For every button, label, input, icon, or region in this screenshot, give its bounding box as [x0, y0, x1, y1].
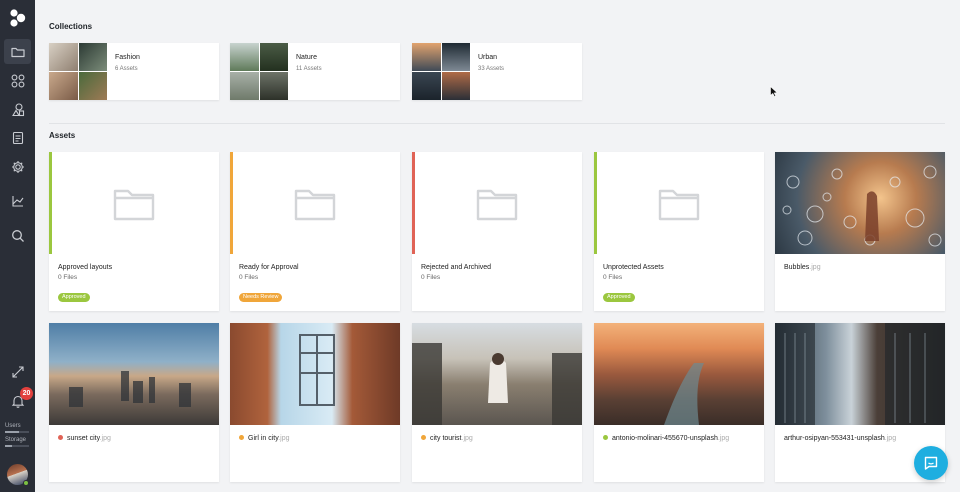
file-extension: .jpg: [461, 435, 473, 442]
folder-file-count: 0 Files: [421, 274, 441, 281]
file-name-text: arthur-osipyan-553431-unsplash: [784, 435, 885, 442]
expand-icon: [11, 365, 24, 378]
folder-card[interactable]: Approved layouts 0 Files Approved: [49, 152, 219, 311]
status-dot: [421, 435, 426, 440]
sidebar-item-analytics[interactable]: [4, 188, 31, 213]
folder-icon: [10, 47, 25, 57]
file-card[interactable]: city tourist.jpg: [412, 323, 582, 482]
status-accent-bar: [49, 152, 52, 254]
status-dot: [58, 435, 63, 440]
asset-thumbnail: [775, 152, 945, 254]
users-label: Users: [5, 423, 21, 429]
collection-thumbnails: [412, 43, 470, 100]
assets-title: Assets: [49, 131, 76, 140]
shapes-icon: [11, 102, 24, 116]
file-name-text: antonio-molinari-455670-unsplash: [612, 435, 718, 442]
sidebar-item-assets[interactable]: [4, 97, 31, 122]
users-meter: Users: [5, 423, 29, 433]
status-accent-bar: [412, 152, 415, 254]
file-name: sunset city.jpg: [58, 435, 111, 442]
collection-name: Fashion: [115, 54, 140, 61]
avatar[interactable]: [7, 464, 29, 486]
notification-badge: 20: [20, 387, 33, 400]
collection-card-fashion[interactable]: Fashion 6 Assets: [49, 43, 219, 100]
file-extension: .jpg: [884, 435, 897, 442]
chat-launcher-button[interactable]: [914, 446, 948, 480]
file-extension: .jpg: [278, 435, 290, 442]
folder-card[interactable]: Ready for Approval 0 Files Needs Review: [230, 152, 400, 311]
sidebar-item-tasks[interactable]: [4, 125, 31, 150]
folder-name: Ready for Approval: [239, 264, 299, 271]
app-logo[interactable]: [9, 9, 27, 27]
collection-thumbnails: [230, 43, 288, 100]
asset-thumbnail: [412, 323, 582, 425]
sidebar-item-apps[interactable]: [4, 68, 31, 93]
status-badge: Approved: [603, 293, 635, 302]
folder-icon: [658, 189, 700, 221]
grid-icon: [11, 74, 24, 87]
folder-file-count: 0 Files: [239, 274, 259, 281]
storage-meter: Storage: [5, 437, 29, 447]
file-name-text: sunset city: [67, 435, 100, 442]
asset-thumbnail: [49, 323, 219, 425]
asset-thumbnail: [230, 323, 400, 425]
file-extension: .jpg: [99, 435, 111, 442]
folder-name: Rejected and Archived: [421, 264, 492, 271]
file-name: Girl in city.jpg: [239, 435, 290, 442]
file-card[interactable]: Bubbles.jpg: [775, 152, 945, 311]
file-name-text: city tourist: [430, 435, 462, 442]
collection-thumbnails: [49, 43, 107, 100]
status-accent-bar: [594, 152, 597, 254]
collection-count: 11 Assets: [296, 66, 322, 72]
collection-count: 6 Assets: [115, 66, 138, 72]
gear-icon: [11, 160, 24, 173]
asset-thumbnail: [775, 323, 945, 425]
folder-file-count: 0 Files: [603, 274, 623, 281]
collection-card-urban[interactable]: Urban 33 Assets: [412, 43, 582, 100]
collections-title: Collections: [49, 22, 93, 31]
collection-card-nature[interactable]: Nature 11 Assets: [230, 43, 400, 100]
sidebar-item-settings[interactable]: [4, 154, 31, 179]
collection-name: Nature: [296, 54, 318, 61]
mouse-cursor-icon: [770, 86, 778, 97]
file-card[interactable]: antonio-molinari-455670-unsplash.jpg: [594, 323, 764, 482]
folder-file-count: 0 Files: [58, 274, 78, 281]
file-name-text: Bubbles: [784, 264, 810, 271]
file-name: arthur-osipyan-553431-unsplash.jpg: [784, 435, 896, 442]
online-status-dot: [23, 480, 29, 486]
status-dot: [239, 435, 244, 440]
expand-button[interactable]: [4, 359, 31, 384]
folder-name: Unprotected Assets: [603, 264, 664, 271]
search-icon: [11, 229, 24, 242]
sidebar-item-search[interactable]: [4, 223, 31, 248]
chat-icon: [924, 456, 938, 470]
file-card[interactable]: sunset city.jpg: [49, 323, 219, 482]
file-name: antonio-molinari-455670-unsplash.jpg: [603, 435, 729, 442]
sidebar: 20 Users Storage: [0, 0, 35, 492]
section-divider: [49, 123, 945, 124]
file-extension: .jpg: [809, 264, 821, 271]
asset-thumbnail: [594, 323, 764, 425]
folder-icon: [294, 189, 336, 221]
status-badge: Approved: [58, 293, 90, 302]
stack-icon: [11, 195, 23, 207]
status-dot: [603, 435, 608, 440]
storage-label: Storage: [5, 437, 27, 443]
status-badge: Needs Review: [239, 293, 283, 302]
clipboard-icon: [12, 131, 23, 144]
sidebar-item-collections[interactable]: [4, 39, 31, 64]
file-card[interactable]: Girl in city.jpg: [230, 323, 400, 482]
file-extension: .jpg: [717, 435, 730, 442]
file-name: city tourist.jpg: [421, 435, 473, 442]
folder-name: Approved layouts: [58, 264, 113, 271]
folder-card[interactable]: Rejected and Archived 0 Files: [412, 152, 582, 311]
collection-name: Urban: [478, 54, 498, 61]
status-accent-bar: [230, 152, 233, 254]
folder-icon: [113, 189, 155, 221]
file-name-text: Girl in city: [248, 435, 279, 442]
file-name: Bubbles.jpg: [784, 264, 821, 271]
folder-icon: [476, 189, 518, 221]
collection-count: 33 Assets: [478, 66, 505, 72]
folder-card[interactable]: Unprotected Assets 0 Files Approved: [594, 152, 764, 311]
